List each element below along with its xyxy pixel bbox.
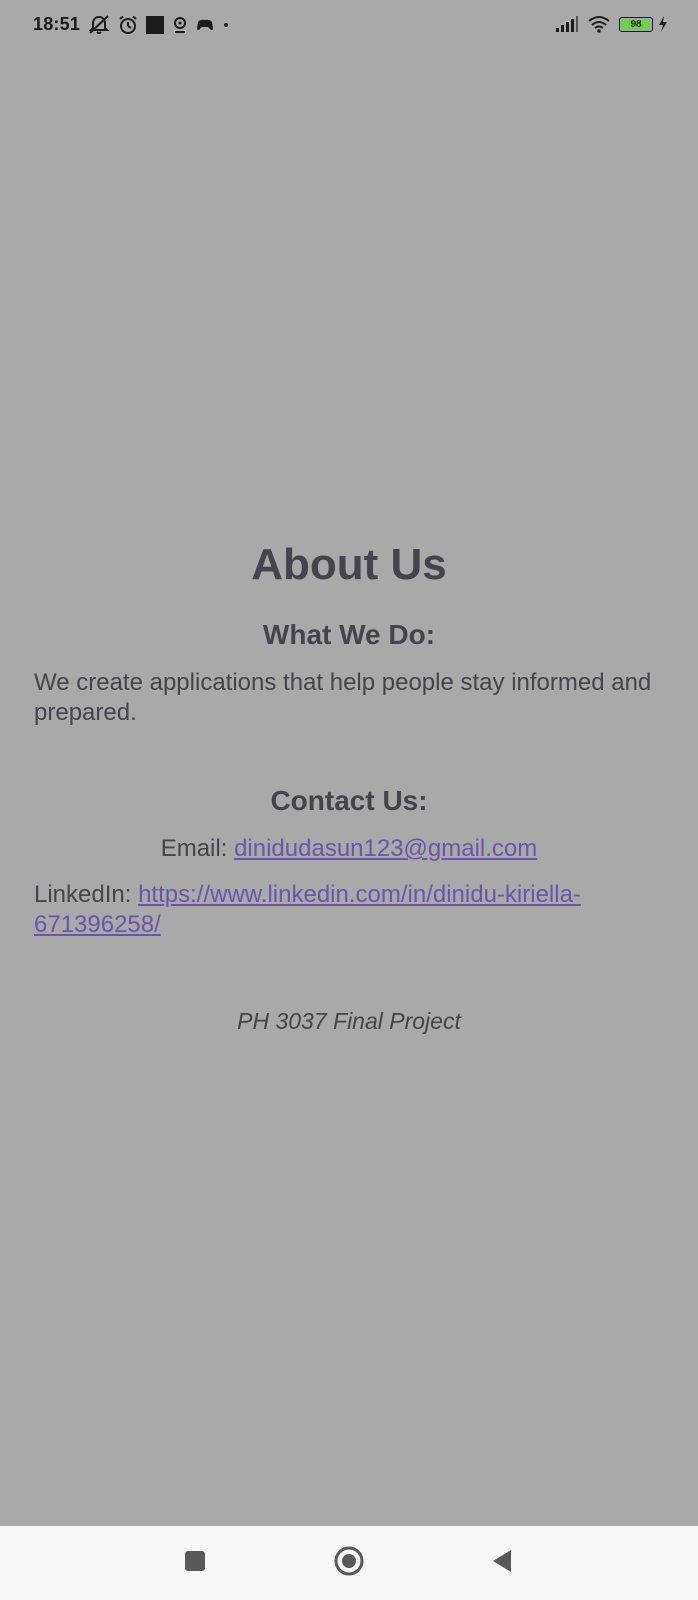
status-right-group: 98: [555, 15, 668, 33]
email-link[interactable]: dinidudasun123@gmail.com: [234, 835, 537, 862]
battery-icon: 98: [619, 16, 653, 32]
status-left-group: 18:51: [33, 14, 230, 35]
what-we-do-heading: What We Do:: [262, 619, 436, 650]
status-time: 18:51: [33, 14, 81, 34]
back-button[interactable]: [462, 1526, 542, 1600]
linkedin-label: LinkedIn:: [34, 881, 139, 908]
home-circle-icon: [333, 1545, 365, 1582]
email-row: Email: dinidudasun123@gmail.com: [34, 834, 664, 864]
charging-icon: [658, 16, 668, 32]
status-bar: 18:51 98: [0, 0, 698, 56]
about-content: About Us What We Do: We create applicati…: [34, 540, 664, 1036]
location-pin-icon: [172, 16, 188, 34]
mute-icon: [88, 14, 110, 35]
recents-button[interactable]: [155, 1526, 235, 1600]
what-we-do-text: We create applications that help people …: [34, 669, 652, 726]
navigation-bar: [0, 1526, 698, 1600]
page-title: About Us: [251, 540, 447, 589]
footer-note: PH 3037 Final Project: [237, 1008, 461, 1034]
back-triangle-icon: [491, 1549, 513, 1578]
battery-level: 98: [630, 18, 642, 30]
alarm-icon: [118, 15, 138, 35]
gamepad-icon: [196, 18, 214, 32]
contact-us-heading: Contact Us:: [270, 785, 428, 816]
wifi-icon: [587, 15, 611, 33]
dot-icon: [222, 21, 230, 29]
square-notification-icon: [146, 15, 165, 34]
recents-square-icon: [184, 1550, 206, 1577]
linkedin-row: LinkedIn: https://www.linkedin.com/in/di…: [34, 880, 664, 940]
signal-bars-icon: [555, 16, 579, 32]
email-label: Email:: [160, 835, 235, 862]
battery-body: 98: [619, 16, 653, 32]
home-button[interactable]: [309, 1526, 389, 1600]
